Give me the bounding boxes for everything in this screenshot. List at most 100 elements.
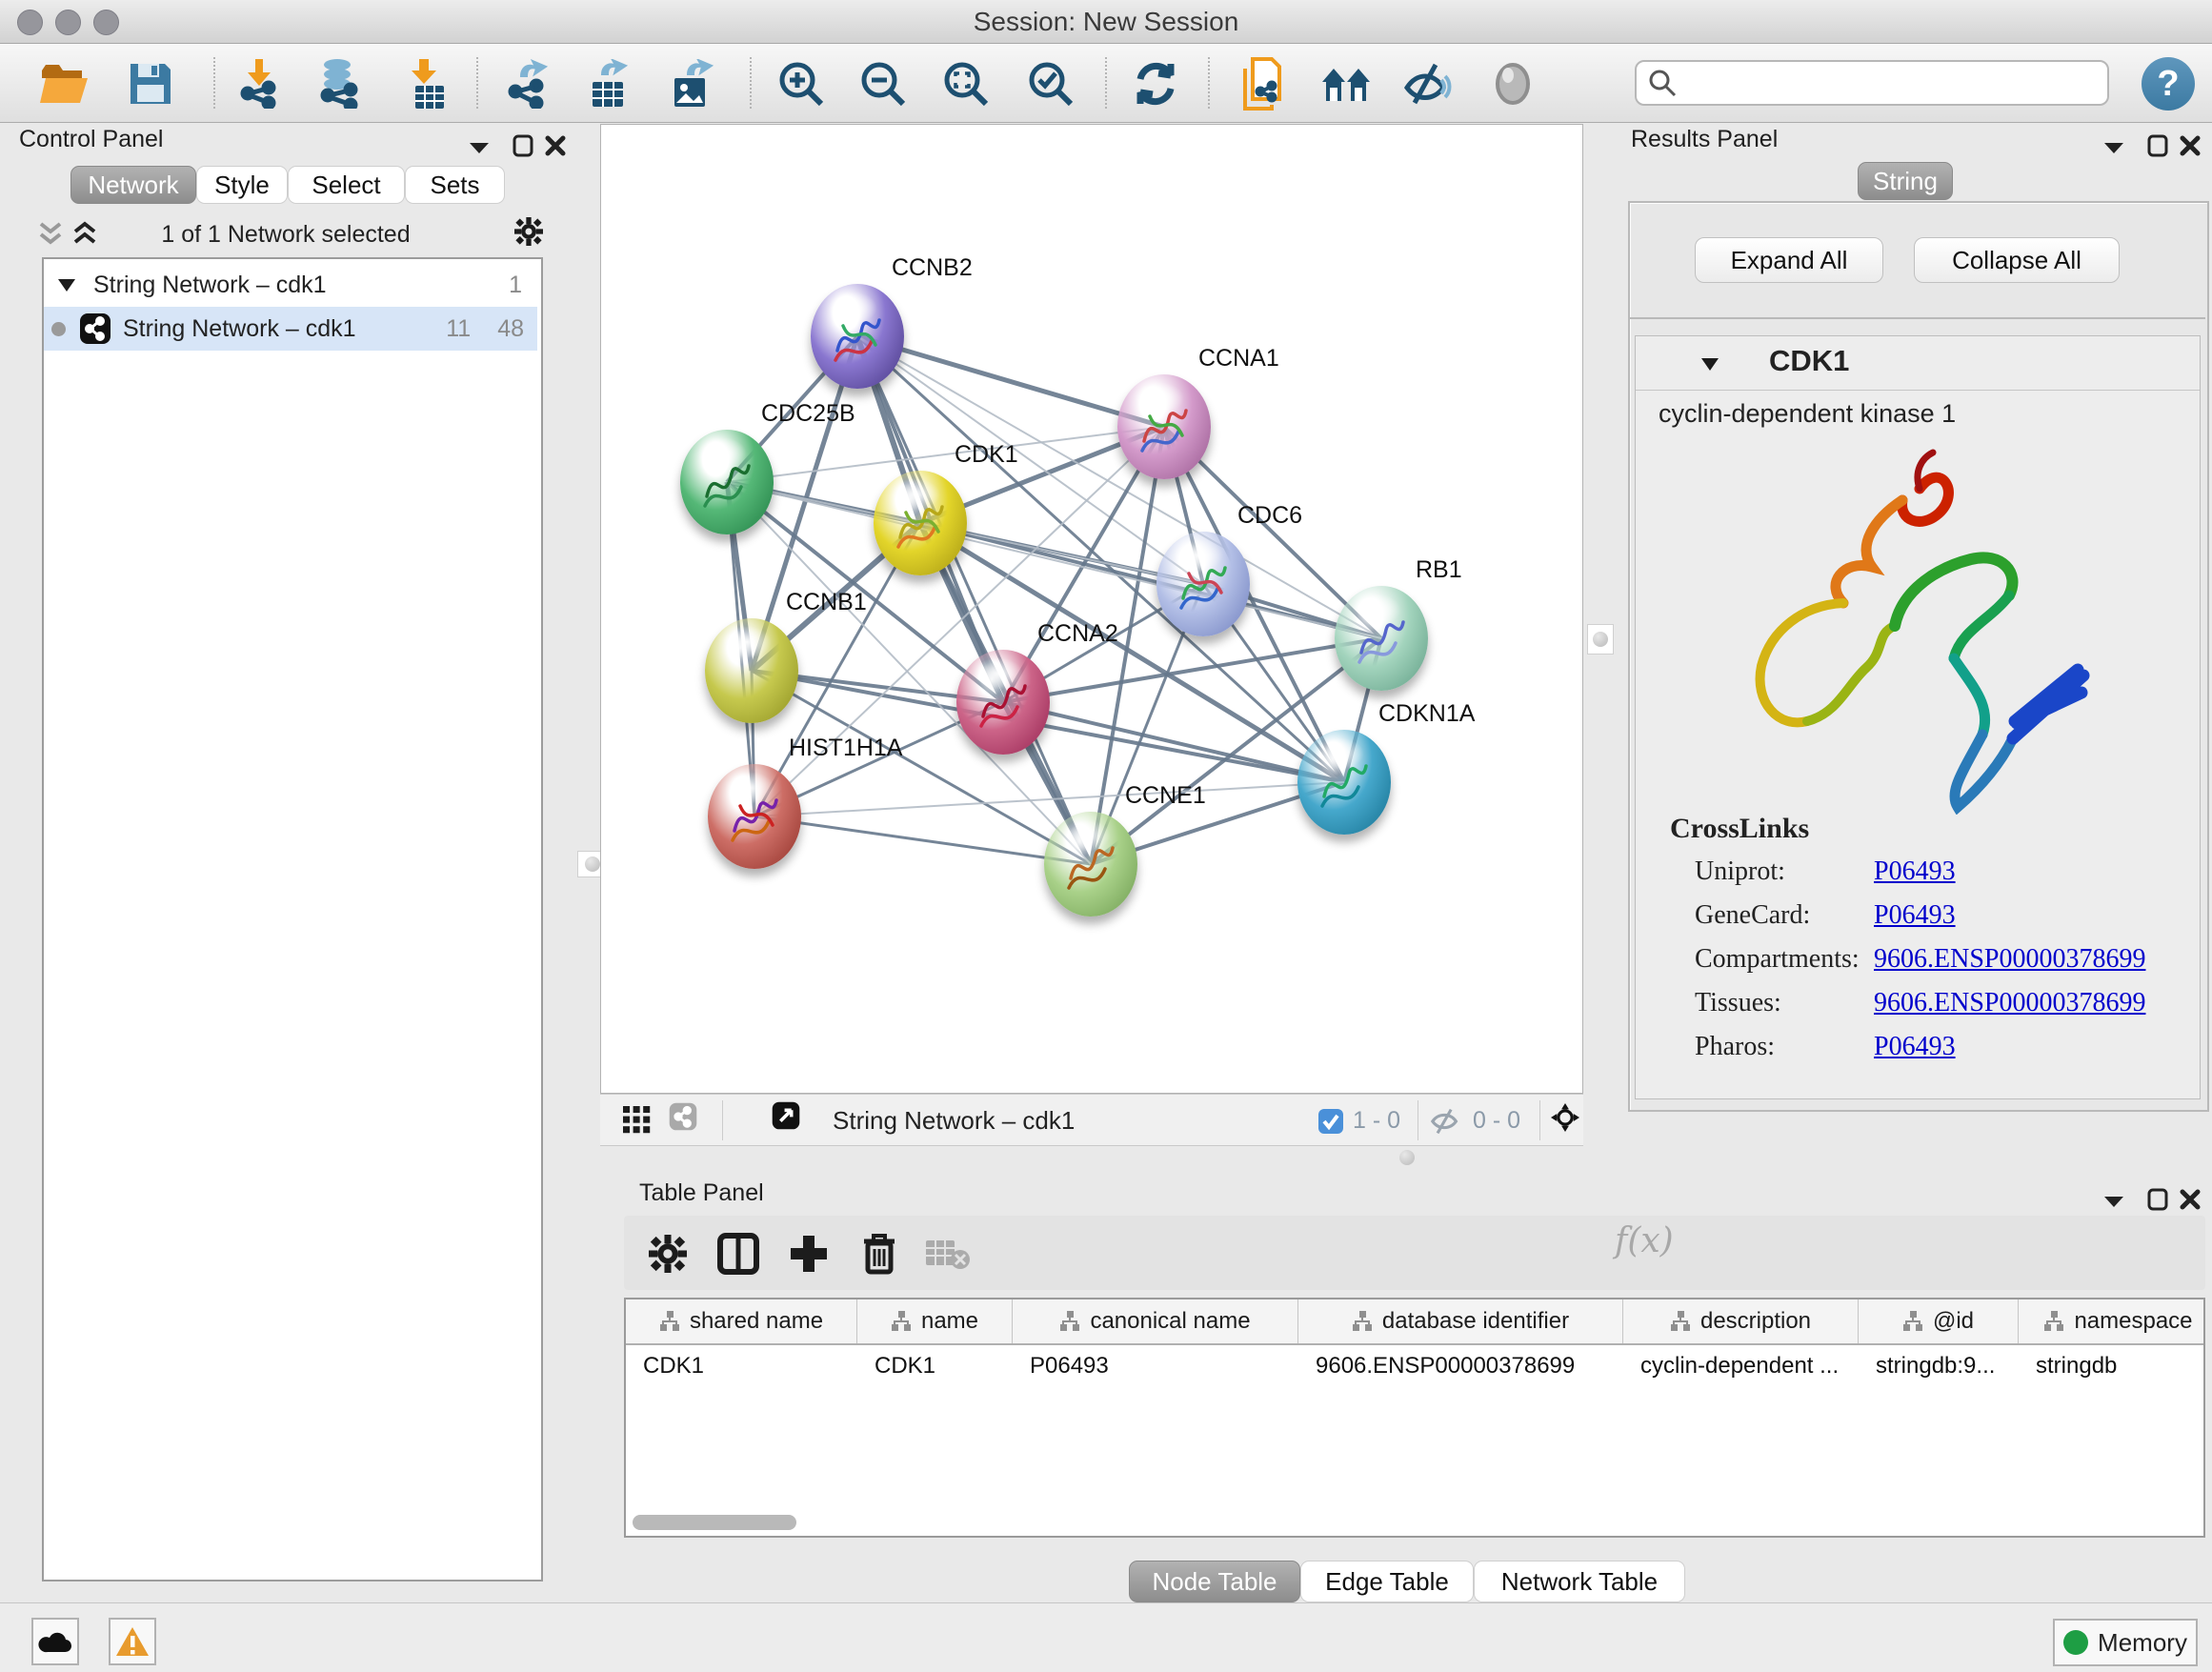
node-CCNA2[interactable] (956, 650, 1050, 755)
search-input[interactable] (1677, 69, 2081, 97)
tree-expander-icon[interactable] (57, 278, 76, 292)
column-header-description[interactable]: description (1623, 1299, 1859, 1343)
column-header-database-identifier[interactable]: database identifier (1298, 1299, 1623, 1343)
node-CCNE1[interactable] (1044, 812, 1137, 917)
tab-edge-table[interactable]: Edge Table (1300, 1561, 1474, 1602)
export-table-button[interactable] (579, 55, 636, 112)
cloud-status-button[interactable] (31, 1618, 79, 1665)
delete-column-trash-icon[interactable] (853, 1227, 906, 1280)
horizontal-scrollbar-thumb[interactable] (633, 1515, 796, 1530)
search-box[interactable] (1635, 60, 2109, 106)
table-cell[interactable]: stringdb:9... (1859, 1345, 2019, 1387)
network-collection-row[interactable]: String Network – cdk1 1 (44, 263, 537, 307)
column-header-canonical-name[interactable]: canonical name (1013, 1299, 1298, 1343)
control-panel-close-icon[interactable] (541, 131, 570, 160)
table-cell[interactable]: cyclin-dependent ... (1623, 1345, 1859, 1387)
tab-network[interactable]: Network (70, 166, 196, 204)
refresh-button[interactable] (1127, 55, 1184, 112)
tab-network-table[interactable]: Network Table (1474, 1561, 1685, 1602)
selected-checkbox-icon[interactable] (1317, 1107, 1345, 1136)
expand-all-button[interactable]: Expand All (1695, 237, 1883, 283)
column-header-shared-name[interactable]: shared name (626, 1299, 857, 1343)
clone-network-button[interactable] (1234, 55, 1291, 112)
zoom-fit-button[interactable] (937, 55, 995, 112)
tab-sets[interactable]: Sets (405, 166, 505, 204)
hide-selected-button[interactable] (1399, 55, 1457, 112)
table-cell[interactable]: stringdb (2019, 1345, 2205, 1387)
table-panel-float-icon[interactable] (2143, 1185, 2172, 1214)
node-CDKN1A[interactable] (1297, 730, 1391, 835)
network-view-canvas[interactable]: CCNB2CCNA1CDC25BCDK1CDC6RB1CCNB1CCNA2CDK… (600, 124, 1583, 1094)
help-button[interactable]: ? (2142, 57, 2195, 111)
crosslink-link[interactable]: P06493 (1874, 856, 1956, 887)
tab-string[interactable]: String (1858, 162, 1953, 200)
bottom-splitter-handle[interactable] (1393, 1150, 1421, 1165)
network-options-gear-icon[interactable] (514, 217, 543, 246)
node-attribute-table[interactable]: shared namename canonical name database id… (624, 1298, 2205, 1538)
export-network-button[interactable] (498, 55, 555, 112)
table-settings-gear-icon[interactable] (641, 1227, 694, 1280)
main-toolbar: ? (0, 44, 2212, 123)
network-edges (601, 125, 1583, 1094)
tab-style[interactable]: Style (196, 166, 288, 204)
show-hidden-button[interactable] (1484, 55, 1541, 112)
import-table-file-button[interactable] (397, 55, 454, 112)
section-expander-icon[interactable] (1700, 357, 1719, 372)
edge-CCNA2-CDKN1A[interactable] (1003, 702, 1344, 782)
results-panel-float-icon[interactable] (2143, 131, 2172, 160)
node-RB1[interactable] (1335, 586, 1428, 691)
create-column-plus-icon[interactable] (782, 1227, 835, 1280)
right-splitter-handle[interactable] (1587, 624, 1614, 655)
crosslink-link[interactable]: P06493 (1874, 1032, 1956, 1062)
column-header--id[interactable]: @id (1859, 1299, 2019, 1343)
tab-select[interactable]: Select (288, 166, 405, 204)
protein-thumbnail-CCNE1 (1061, 833, 1120, 897)
tab-node-table[interactable]: Node Table (1129, 1561, 1300, 1602)
network-row-selected[interactable]: String Network – cdk1 11 48 (44, 307, 537, 351)
export-image-button[interactable] (663, 55, 720, 112)
crosslink-link[interactable]: 9606.ENSP00000378699 (1874, 988, 2145, 1018)
edge-CCNB2-CCNE1[interactable] (857, 336, 1091, 864)
node-CDK1[interactable] (874, 471, 967, 575)
column-header-label: canonical name (1090, 1308, 1250, 1335)
zoom-out-button[interactable] (855, 55, 912, 112)
node-CCNB2[interactable] (811, 284, 904, 389)
birds-eye-view-icon[interactable] (623, 1106, 652, 1135)
column-header-namespace[interactable]: namespace (2019, 1299, 2205, 1343)
open-session-button[interactable] (36, 55, 93, 112)
import-network-file-button[interactable] (231, 55, 288, 112)
control-panel-float-icon[interactable] (509, 131, 537, 160)
collapse-all-button[interactable]: Collapse All (1914, 237, 2120, 283)
column-header-name[interactable]: name (857, 1299, 1013, 1343)
hidden-eye-slash-icon[interactable] (1431, 1107, 1459, 1136)
node-HIST1H1A[interactable] (708, 764, 801, 869)
open-in-window-button[interactable] (772, 1101, 800, 1130)
zoom-in-button[interactable] (773, 55, 830, 112)
table-panel-close-icon[interactable] (2176, 1185, 2204, 1214)
node-CDC6[interactable] (1156, 532, 1250, 636)
fit-content-crosshair-icon[interactable] (1551, 1103, 1579, 1132)
gene-section-header[interactable]: CDK1 (1636, 336, 2200, 391)
table-panel-menu-icon[interactable] (2100, 1187, 2128, 1216)
edge-CCNE1-HIST1H1A[interactable] (754, 816, 1091, 864)
warnings-button[interactable] (109, 1618, 156, 1665)
table-cell[interactable]: CDK1 (857, 1345, 1013, 1387)
show-all-networks-button[interactable] (1317, 55, 1375, 112)
node-CCNB1[interactable] (705, 618, 798, 723)
zoom-selected-button[interactable] (1022, 55, 1079, 112)
network-share-icon[interactable] (669, 1102, 697, 1131)
import-network-database-button[interactable] (312, 55, 369, 112)
results-panel-menu-icon[interactable] (2100, 133, 2128, 162)
control-panel-menu-icon[interactable] (465, 133, 493, 162)
table-cell[interactable]: P06493 (1013, 1345, 1298, 1387)
memory-button[interactable]: Memory (2053, 1619, 2198, 1666)
show-columns-icon[interactable] (712, 1227, 765, 1280)
node-CDC25B[interactable] (680, 430, 774, 534)
table-cell[interactable]: CDK1 (626, 1345, 857, 1387)
save-session-button[interactable] (122, 55, 179, 112)
crosslink-link[interactable]: 9606.ENSP00000378699 (1874, 944, 2145, 975)
crosslink-link[interactable]: P06493 (1874, 900, 1956, 931)
table-cell[interactable]: 9606.ENSP00000378699 (1298, 1345, 1623, 1387)
results-panel-close-icon[interactable] (2176, 131, 2204, 160)
node-CCNA1[interactable] (1117, 374, 1211, 479)
